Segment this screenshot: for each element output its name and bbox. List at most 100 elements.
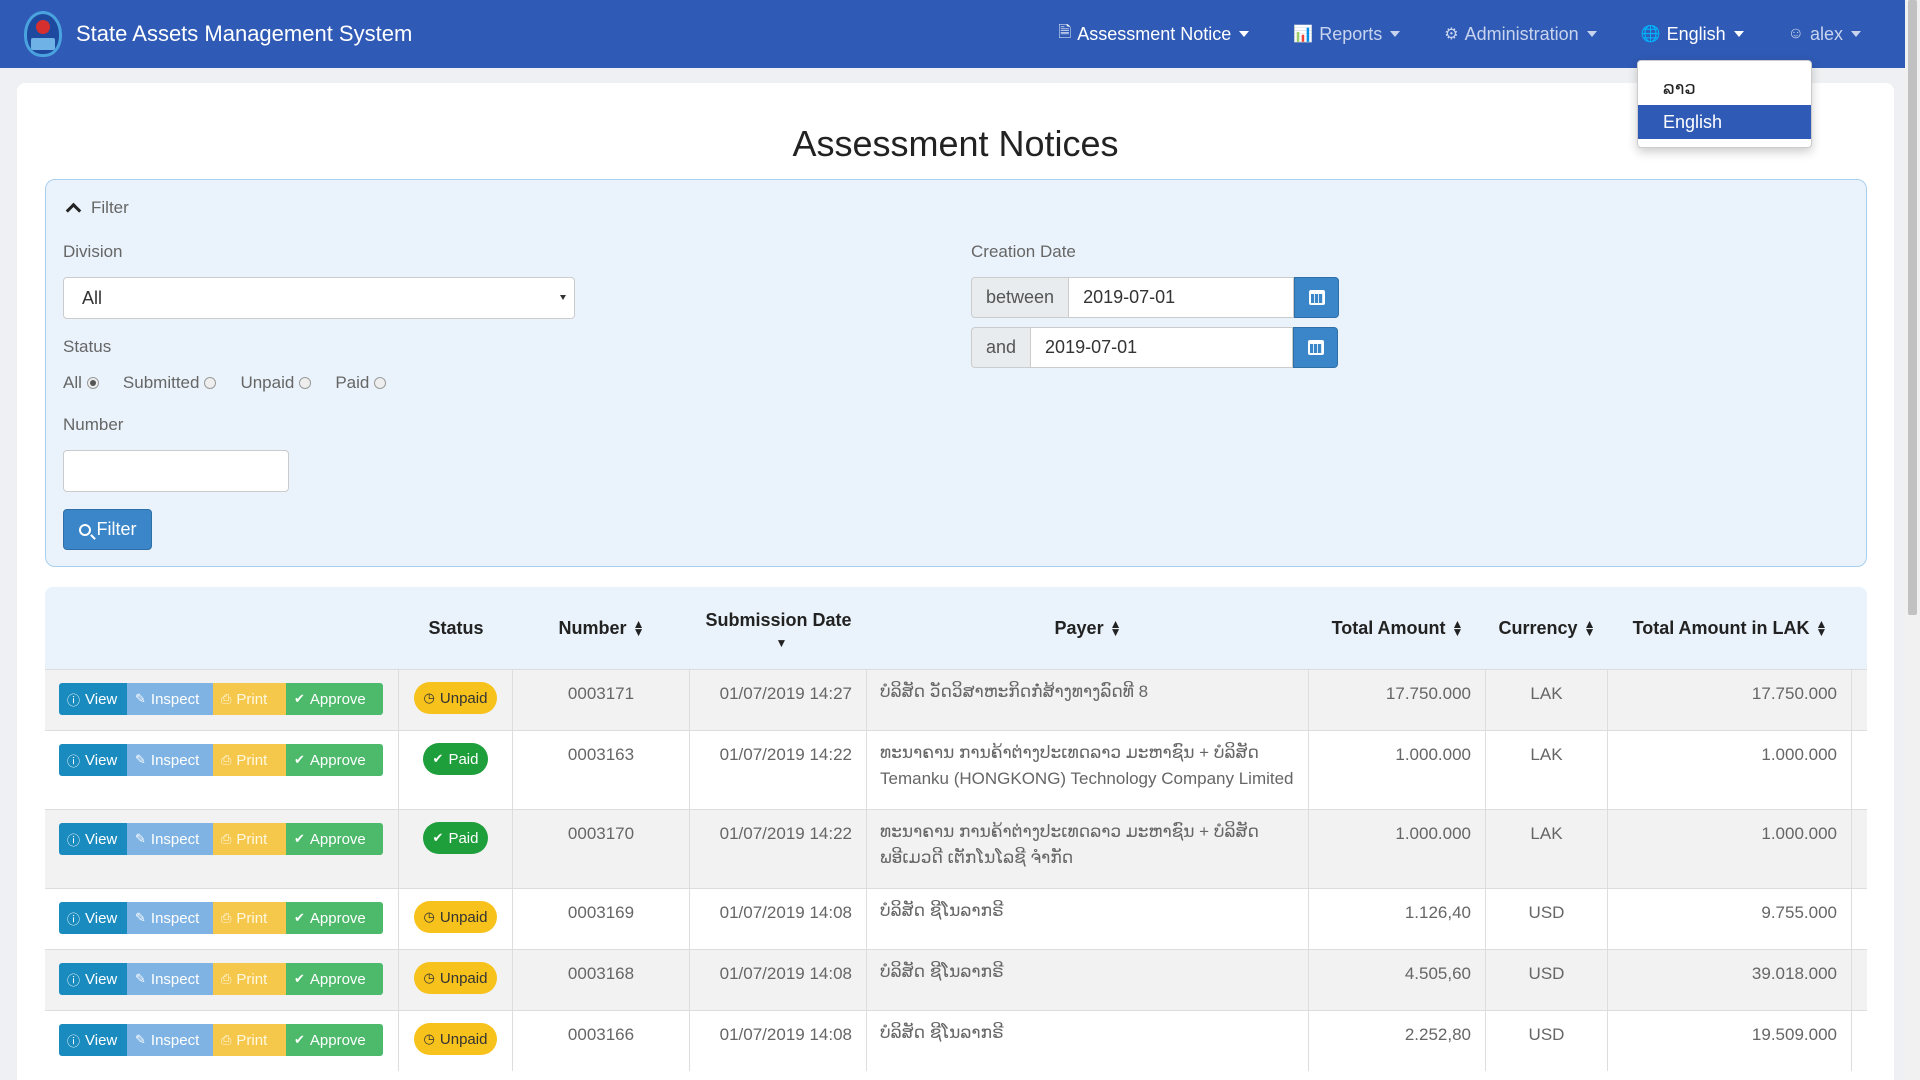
approve-button[interactable]: ✔ Approve [286, 683, 383, 715]
scrollbar-thumb[interactable] [1908, 0, 1917, 615]
inspect-button[interactable]: ✎ Inspect [127, 902, 213, 934]
radio-button[interactable] [86, 377, 99, 389]
row-submission-date: 01/07/2019 14:08 [690, 889, 867, 949]
inspect-label: Inspect [150, 1031, 200, 1049]
radio-button[interactable] [374, 377, 387, 389]
view-button[interactable]: ⓘ View [59, 1024, 127, 1056]
number-input[interactable] [63, 450, 289, 492]
status-badge-label: Unpaid [439, 908, 488, 926]
nav-assessment-label: Assessment Notice [1077, 23, 1232, 44]
header-number[interactable]: Number ▲ ▼ [513, 587, 690, 669]
table-row: ⓘ View ✎ Inspect ⎙ Print ✔ Approve ◷ Unpaid 000316… [45, 888, 1867, 949]
row-submission-date: 01/07/2019 14:27 [690, 670, 867, 730]
filter-toggle-label: Filter [91, 198, 129, 217]
brand[interactable]: State Assets Management System [24, 11, 412, 57]
filter-toggle[interactable]: Filter [64, 198, 129, 219]
inspect-button[interactable]: ✎ Inspect [127, 963, 213, 995]
nav-administration[interactable]: ⚙ Administration [1444, 24, 1597, 45]
table-row: ⓘ View ✎ Inspect ⎙ Print ✔ Approve ◷ Unpaid 000316… [45, 1010, 1867, 1071]
info-icon: ⓘ [67, 753, 81, 769]
info-icon: ⓘ [67, 692, 81, 708]
vertical-scrollbar[interactable] [1905, 0, 1920, 1080]
status-radio-all[interactable]: All [63, 373, 99, 393]
number-label: Number [63, 415, 124, 434]
nav-assessment-notice[interactable]: 🗎 Assessment Notice [1058, 21, 1250, 48]
division-select[interactable]: All [63, 277, 575, 319]
header-total-lak-label: Total Amount in LAK [1632, 617, 1810, 638]
table-header: Status Number ▲ ▼ Submission Date ▼ Payer ▲ ▼… [45, 587, 1867, 669]
search-icon [78, 523, 91, 536]
header-submission-date-label: Submission Date [705, 609, 852, 630]
print-button[interactable]: ⎙ Print [213, 963, 286, 995]
row-currency: LAK [1486, 731, 1608, 809]
date-to-input[interactable]: 2019-07-01 [1030, 327, 1294, 368]
sort-icon: ▲ ▼ [1583, 617, 1596, 639]
status-badge: ◷ Unpaid [413, 962, 498, 994]
print-button[interactable]: ⎙ Print [213, 744, 286, 776]
row-status: ◷ Unpaid [399, 950, 513, 1010]
print-button[interactable]: ⎙ Print [213, 902, 286, 934]
inspect-button[interactable]: ✎ Inspect [127, 823, 213, 855]
header-payer-label: Payer [1054, 617, 1104, 638]
header-submission-date[interactable]: Submission Date ▼ [690, 587, 867, 669]
header-total-amount[interactable]: Total Amount ▲ ▼ [1309, 587, 1486, 669]
row-total-amount: 1.000.000 [1309, 810, 1486, 888]
status-radio-unpaid[interactable]: Unpaid [240, 373, 312, 393]
radio-button[interactable] [299, 377, 312, 389]
approve-button[interactable]: ✔ Approve [286, 744, 383, 776]
division-select-value: All [82, 288, 103, 308]
inspect-button[interactable]: ✎ Inspect [127, 683, 213, 715]
view-button[interactable]: ⓘ View [59, 963, 127, 995]
nav-user[interactable]: ☺ alex [1788, 24, 1861, 45]
nav-reports[interactable]: 📊 Reports [1293, 24, 1401, 45]
view-button[interactable]: ⓘ View [59, 744, 127, 776]
inspect-label: Inspect [150, 690, 200, 708]
pencil-icon: ✎ [135, 831, 146, 846]
nav-language[interactable]: 🌐 English [1641, 24, 1744, 45]
approve-button[interactable]: ✔ Approve [286, 963, 383, 995]
filter-button[interactable]: Filter [63, 509, 152, 550]
view-button[interactable]: ⓘ View [59, 902, 127, 934]
row-number: 0003166 [513, 1011, 690, 1071]
header-total-lak[interactable]: Total Amount in LAK ▲ ▼ [1608, 587, 1852, 669]
row-number: 0003170 [513, 810, 690, 888]
app-title: State Assets Management System [76, 21, 413, 46]
header-payer[interactable]: Payer ▲ ▼ [867, 587, 1309, 669]
status-radio-submitted[interactable]: Submitted [123, 373, 217, 393]
inspect-button[interactable]: ✎ Inspect [127, 1024, 213, 1056]
row-submission-date: 01/07/2019 14:22 [690, 731, 867, 809]
date-from-input[interactable]: 2019-07-01 [1068, 277, 1295, 318]
language-option-lao[interactable]: ລາວ [1638, 71, 1811, 105]
caret-down-icon [1390, 31, 1401, 37]
radio-button[interactable] [204, 377, 217, 389]
approve-button[interactable]: ✔ Approve [286, 1024, 383, 1056]
row-total-amount: 1.000.000 [1309, 731, 1486, 809]
date-from-group: between 2019-07-01 [971, 277, 1340, 318]
main-card: Assessment Notices Filter Division All S… [17, 83, 1894, 1080]
row-currency: LAK [1486, 810, 1608, 888]
print-button[interactable]: ⎙ Print [213, 1024, 286, 1056]
approve-button[interactable]: ✔ Approve [286, 823, 383, 855]
inspect-button[interactable]: ✎ Inspect [127, 744, 213, 776]
print-button[interactable]: ⎙ Print [213, 683, 286, 715]
print-label: Print [236, 1031, 268, 1049]
filter-button-label: Filter [96, 519, 137, 539]
approve-button[interactable]: ✔ Approve [286, 902, 383, 934]
radio-label: Submitted [122, 373, 200, 392]
approve-label: Approve [309, 909, 366, 927]
date-from-calendar-button[interactable] [1294, 277, 1340, 318]
print-button[interactable]: ⎙ Print [213, 823, 286, 855]
row-total-amount: 17.750.000 [1309, 670, 1486, 730]
status-badge-label: Paid [448, 829, 479, 847]
header-currency[interactable]: Currency ▲ ▼ [1486, 587, 1608, 669]
view-button[interactable]: ⓘ View [59, 823, 127, 855]
status-label: Status [63, 337, 112, 356]
status-badge: ✔ Paid [422, 822, 489, 854]
pencil-icon: ✎ [135, 910, 146, 925]
language-option-english[interactable]: English [1638, 105, 1811, 139]
row-payer: ບໍລິສັດ ຊີໂນລາກຣີ [867, 889, 1309, 949]
status-radio-paid[interactable]: Paid [335, 373, 387, 393]
date-to-calendar-button[interactable] [1293, 327, 1339, 368]
view-label: View [85, 909, 118, 927]
view-button[interactable]: ⓘ View [59, 683, 127, 715]
